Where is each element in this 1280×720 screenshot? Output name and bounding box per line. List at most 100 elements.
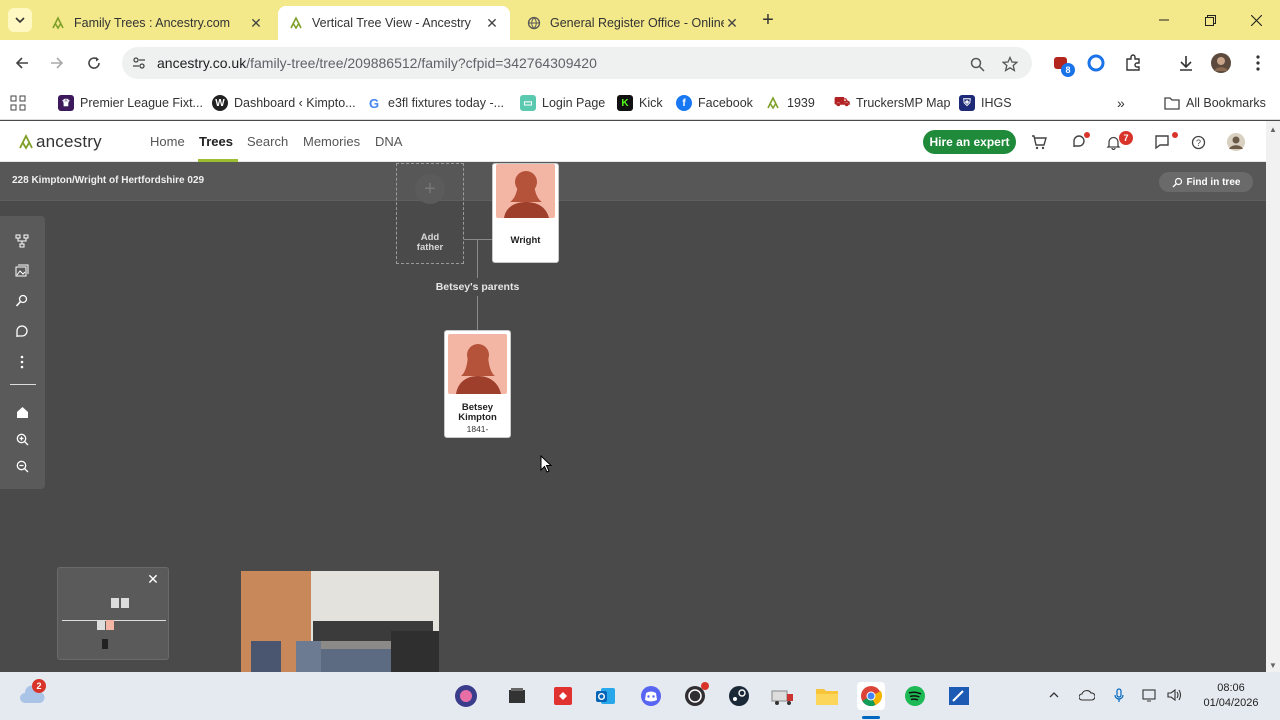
new-tab-button[interactable]: + bbox=[757, 9, 779, 31]
messages-indicator bbox=[1172, 132, 1178, 138]
chevron-up-icon[interactable] bbox=[1045, 686, 1063, 704]
extension-shield-icon[interactable]: 8 bbox=[1050, 52, 1075, 77]
folder-icon[interactable] bbox=[813, 682, 841, 710]
close-icon[interactable]: ✕ bbox=[484, 15, 500, 31]
chrome-menu-icon[interactable] bbox=[1247, 52, 1269, 74]
tab-general-register-office[interactable]: General Register Office - Online ✕ bbox=[516, 6, 750, 40]
all-bookmarks-button[interactable]: All Bookmarks bbox=[1164, 92, 1266, 114]
nav-dna[interactable]: DNA bbox=[375, 134, 402, 149]
site-info-icon[interactable] bbox=[130, 54, 148, 72]
zoom-out-icon[interactable] bbox=[14, 458, 30, 474]
bookmark-truckersmp[interactable]: ⛟ TruckersMP Map bbox=[834, 92, 951, 114]
media-gallery-icon[interactable] bbox=[14, 263, 30, 279]
nav-trees[interactable]: Trees bbox=[199, 134, 233, 149]
add-father-placeholder[interactable]: + Add father bbox=[396, 163, 464, 264]
person-node-card[interactable]: Betsey Kimpton 1841- bbox=[444, 330, 511, 438]
close-icon[interactable]: ✕ bbox=[724, 15, 740, 31]
hire-expert-button[interactable]: Hire an expert bbox=[923, 130, 1016, 154]
close-window-button[interactable] bbox=[1236, 6, 1276, 34]
restore-button[interactable] bbox=[1190, 6, 1230, 34]
tab-search-menu-button[interactable] bbox=[8, 8, 32, 32]
bell-icon[interactable]: 7 bbox=[1103, 131, 1133, 152]
bookmark-label: 1939 bbox=[787, 96, 815, 110]
home-person-icon[interactable] bbox=[14, 404, 30, 420]
tree-view-icon[interactable] bbox=[14, 233, 30, 249]
minimap-viewport-line bbox=[62, 620, 166, 621]
steam-icon[interactable] bbox=[725, 682, 753, 710]
profile-avatar[interactable] bbox=[1210, 52, 1232, 74]
back-button[interactable] bbox=[9, 50, 35, 76]
tab-title: General Register Office - Online bbox=[550, 16, 724, 30]
forward-button[interactable] bbox=[44, 50, 70, 76]
bookmark-facebook[interactable]: f Facebook bbox=[676, 92, 753, 114]
bookmark-login-page[interactable]: ▭ Login Page bbox=[520, 92, 605, 114]
tab-vertical-tree-view[interactable]: Vertical Tree View - Ancestry ✕ bbox=[278, 6, 510, 40]
discord-icon[interactable] bbox=[637, 682, 665, 710]
mother-node-card[interactable]: Wright bbox=[492, 163, 559, 263]
onedrive-icon[interactable] bbox=[1078, 686, 1096, 704]
volume-icon[interactable] bbox=[1166, 686, 1184, 704]
more-bookmarks-button[interactable]: » bbox=[1117, 92, 1125, 114]
system-clock[interactable]: 08:06 01/04/2026 bbox=[1199, 681, 1263, 711]
ancestry-header: ancestry Home Trees Search Memories DNA … bbox=[0, 121, 1266, 162]
scroll-up-icon[interactable]: ▲ bbox=[1269, 125, 1277, 134]
cart-icon[interactable] bbox=[1029, 132, 1049, 152]
parents-label[interactable]: Betsey's parents bbox=[420, 281, 535, 293]
find-in-tree-button[interactable]: Find in tree bbox=[1159, 172, 1253, 192]
more-options-icon[interactable] bbox=[14, 354, 30, 370]
chrome-icon[interactable] bbox=[857, 682, 885, 710]
close-icon[interactable]: ✕ bbox=[248, 15, 264, 31]
nav-search[interactable]: Search bbox=[247, 134, 288, 149]
download-icon[interactable] bbox=[1175, 52, 1197, 74]
file-explorer-dark-icon[interactable] bbox=[503, 682, 531, 710]
chevron-double-right-icon: » bbox=[1117, 95, 1125, 111]
minimize-button[interactable] bbox=[1144, 6, 1184, 34]
network-icon[interactable] bbox=[1141, 686, 1159, 704]
user-avatar[interactable] bbox=[1226, 132, 1246, 152]
couple-connector-line bbox=[464, 239, 492, 240]
bookmark-kick[interactable]: K Kick bbox=[617, 92, 663, 114]
hints-rail-icon[interactable] bbox=[14, 324, 30, 340]
bookmark-premier-league[interactable]: ♛ Premier League Fixt... bbox=[58, 92, 203, 114]
obs-icon[interactable] bbox=[681, 682, 709, 710]
apps-grid-icon[interactable] bbox=[10, 92, 26, 114]
nav-home[interactable]: Home bbox=[150, 134, 185, 149]
zoom-icon[interactable] bbox=[968, 55, 986, 73]
weather-widget-icon[interactable]: 2 bbox=[18, 679, 46, 708]
reload-button[interactable] bbox=[81, 50, 107, 76]
nav-memories[interactable]: Memories bbox=[303, 134, 360, 149]
truck-game-icon[interactable] bbox=[769, 682, 797, 710]
outlook-icon[interactable] bbox=[592, 682, 620, 710]
bookmark-ihgs[interactable]: ⛨ IHGS bbox=[959, 92, 1012, 114]
microphone-icon[interactable] bbox=[1110, 686, 1128, 704]
minimap-node bbox=[106, 620, 114, 630]
zoom-in-icon[interactable] bbox=[14, 431, 30, 447]
bookmark-e3fl-fixtures[interactable]: Ge3fl fixtures today -... bbox=[366, 92, 504, 114]
bookmark-label: Dashboard ‹ Kimpto... bbox=[234, 96, 356, 110]
help-icon[interactable]: ? bbox=[1188, 132, 1208, 152]
bookmark-label: TruckersMP Map bbox=[856, 96, 951, 110]
messages-icon[interactable] bbox=[1152, 132, 1178, 152]
extension-circle-icon[interactable] bbox=[1085, 52, 1107, 74]
tree-minimap[interactable]: ✕ bbox=[57, 567, 169, 660]
globe-icon bbox=[526, 15, 542, 31]
photos-app-icon[interactable] bbox=[452, 682, 480, 710]
plus-icon: + bbox=[415, 174, 445, 204]
hints-icon[interactable] bbox=[1069, 132, 1090, 152]
anydesk-icon[interactable] bbox=[549, 682, 577, 710]
people-search-icon[interactable] bbox=[14, 293, 30, 309]
tree-name[interactable]: 228 Kimpton/Wright of Hertfordshire 029 bbox=[12, 175, 204, 186]
bookmark-dashboard[interactable]: W Dashboard ‹ Kimpto... bbox=[212, 92, 356, 114]
close-icon[interactable]: ✕ bbox=[146, 571, 160, 587]
scroll-down-icon[interactable]: ▼ bbox=[1269, 661, 1277, 670]
address-bar[interactable]: ancestry.co.uk/family-tree/tree/20988651… bbox=[122, 47, 1032, 79]
tab-title: Vertical Tree View - Ancestry bbox=[312, 16, 471, 30]
extensions-puzzle-icon[interactable] bbox=[1122, 52, 1144, 74]
spotify-icon[interactable] bbox=[901, 682, 929, 710]
page-scrollbar[interactable]: ▲ ▼ bbox=[1266, 121, 1280, 672]
remote-desktop-icon[interactable] bbox=[945, 682, 973, 710]
bookmark-1939[interactable]: 1939 bbox=[765, 92, 815, 114]
bookmark-star-icon[interactable] bbox=[1001, 55, 1019, 73]
ancestry-logo[interactable]: ancestry bbox=[18, 132, 102, 152]
tab-family-trees[interactable]: Family Trees : Ancestry.com ✕ bbox=[40, 6, 274, 40]
